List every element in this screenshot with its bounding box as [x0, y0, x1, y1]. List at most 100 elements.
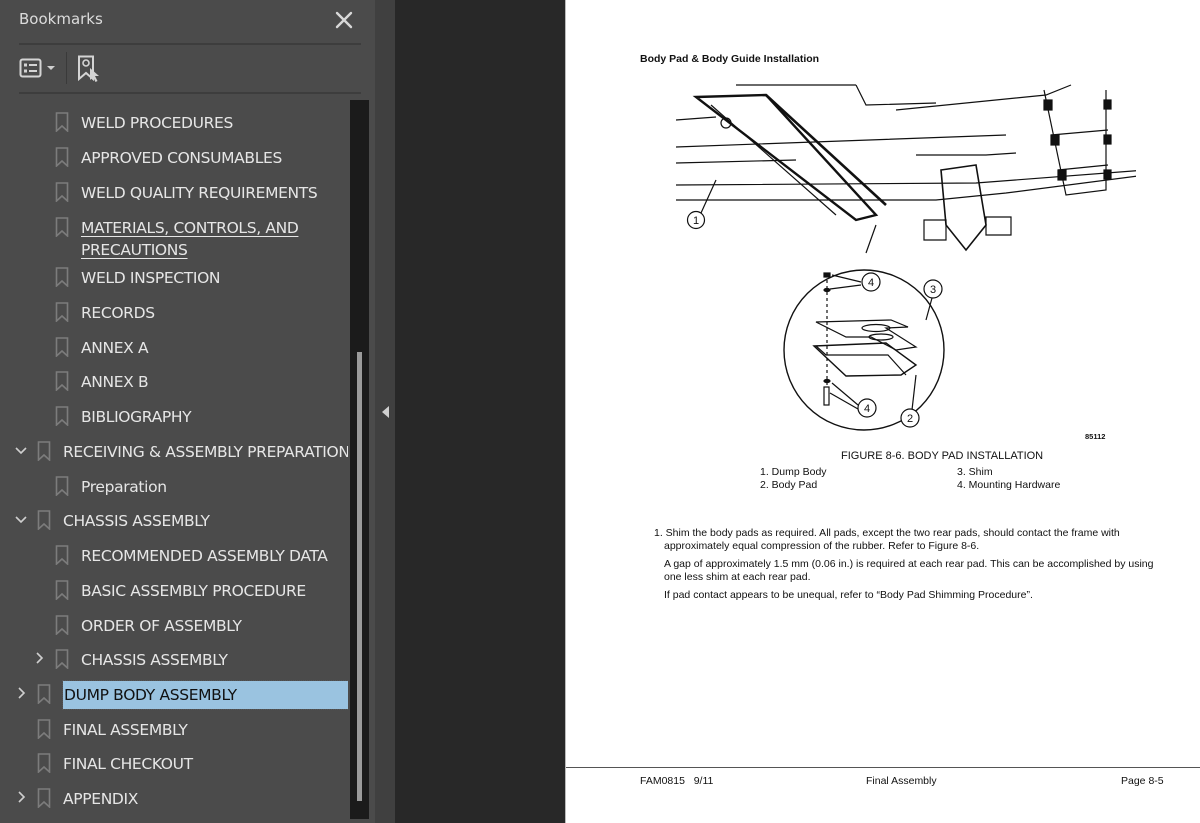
footer-section: Final Assembly [866, 775, 937, 787]
bookmark-item[interactable]: APPROVED CONSUMABLES [0, 142, 348, 172]
callout-4-top: 4 [829, 272, 881, 292]
bookmark-label: BIBLIOGRAPHY [81, 408, 192, 426]
bookmark-item[interactable]: RECORDS [0, 297, 348, 327]
bookmark-item[interactable]: WELD PROCEDURES [0, 107, 348, 137]
bookmark-label: APPROVED CONSUMABLES [81, 149, 282, 167]
header-divider [19, 43, 361, 45]
toolbar-divider-bottom [19, 92, 361, 94]
bookmark-icon [55, 112, 69, 132]
svg-text:3: 3 [930, 284, 936, 296]
bookmark-item[interactable]: RECOMMENDED ASSEMBLY DATA [0, 540, 348, 570]
bookmark-label: CHASSIS ASSEMBLY [63, 512, 210, 530]
bookmark-scrollbar-thumb[interactable] [357, 352, 362, 801]
legend-item: 2. Body Pad [760, 479, 818, 491]
legend-item: 1. Dump Body [760, 466, 827, 478]
bookmark-label: RECORDS [81, 304, 155, 322]
bookmark-item[interactable]: DUMP BODY ASSEMBLY [0, 679, 348, 710]
find-current-bookmark-icon [78, 55, 99, 82]
callout-2: 2 [900, 374, 920, 428]
bookmark-icon [37, 753, 51, 773]
bookmark-label: CHASSIS ASSEMBLY [81, 651, 228, 669]
bookmark-icon [55, 406, 69, 426]
toolbar-divider [66, 52, 67, 84]
bookmark-label: RECEIVING & ASSEMBLY PREPARATION [63, 443, 348, 461]
chevron-right-icon[interactable] [14, 686, 28, 700]
frame-drawing [676, 84, 1136, 254]
bookmark-label: Preparation [81, 478, 167, 496]
svg-text:1: 1 [693, 215, 699, 227]
bookmark-item[interactable]: Preparation [0, 471, 348, 501]
triangle-left-icon [382, 406, 389, 418]
bookmark-icon [55, 337, 69, 357]
bookmark-icon [55, 476, 69, 496]
bookmark-item[interactable]: RECEIVING & ASSEMBLY PREPARATION [0, 436, 348, 466]
bookmark-item[interactable]: FINAL ASSEMBLY [0, 714, 348, 744]
find-current-bookmark-button[interactable] [77, 55, 103, 83]
bookmark-icon [37, 510, 51, 530]
callout-4-bottom: 4 [829, 382, 877, 418]
pdf-page: Body Pad & Body Guide Installation 1 4 3… [565, 0, 1200, 823]
footer-divider [566, 767, 1200, 768]
bookmark-icon [55, 615, 69, 635]
bookmark-label: APPENDIX [63, 790, 139, 808]
bookmark-icon [55, 545, 69, 565]
section-heading: Body Pad & Body Guide Installation [640, 53, 820, 65]
bookmark-icon [37, 719, 51, 739]
chevron-right-icon[interactable] [14, 790, 28, 804]
bookmark-icon [55, 649, 69, 669]
bookmark-item[interactable]: BIBLIOGRAPHY [0, 401, 348, 431]
panel-title: Bookmarks [19, 10, 103, 28]
svg-text:2: 2 [907, 413, 913, 425]
footer-page-number: Page 8-5 [1121, 775, 1164, 787]
bookmark-item[interactable]: ANNEX B [0, 366, 348, 396]
bookmark-icon [55, 371, 69, 391]
bookmark-item[interactable]: WELD QUALITY REQUIREMENTS [0, 177, 348, 207]
bookmark-icon [55, 580, 69, 600]
footer-doc-id: FAM0815 9/11 [640, 775, 714, 787]
chevron-down-icon[interactable] [14, 443, 28, 457]
chevron-down-icon[interactable] [14, 512, 28, 526]
bookmark-item[interactable]: APPENDIX [0, 783, 348, 813]
close-panel-button[interactable] [332, 8, 356, 32]
svg-text:4: 4 [868, 277, 874, 289]
figure-code: 85112 [1085, 432, 1106, 441]
bookmark-label: ANNEX A [81, 339, 149, 357]
bookmark-icon [55, 267, 69, 287]
list-options-icon [19, 58, 55, 78]
close-icon [335, 11, 353, 29]
instruction-steps: 1. Shim the body pads as required. All p… [654, 527, 1169, 608]
bookmark-item[interactable]: ANNEX A [0, 332, 348, 362]
bookmark-icon [55, 217, 69, 237]
bookmark-label: BASIC ASSEMBLY PROCEDURE [81, 582, 306, 600]
bookmarks-panel: Bookmarks WELD PROCEDURES APPROVED CONSUM… [0, 0, 375, 823]
bookmark-item[interactable]: FINAL CHECKOUT [0, 748, 348, 778]
bookmark-label: FINAL ASSEMBLY [63, 721, 188, 739]
bookmark-label: WELD INSPECTION [81, 269, 221, 287]
bookmark-label: ANNEX B [81, 373, 149, 391]
bookmark-item[interactable]: CHASSIS ASSEMBLY [0, 644, 348, 674]
bookmark-label: DUMP BODY ASSEMBLY [62, 680, 348, 710]
step-paragraph: A gap of approximately 1.5 mm (0.06 in.)… [664, 558, 1154, 583]
bookmark-tree: WELD PROCEDURES APPROVED CONSUMABLES WELD … [0, 104, 348, 823]
bookmark-label: MATERIALS, CONTROLS, AND PRECAUTIONS [81, 219, 299, 259]
body-pad-installation-figure: 1 4 3 4 2 [676, 84, 1136, 431]
bookmark-icon [55, 182, 69, 202]
svg-text:4: 4 [864, 403, 870, 415]
bookmark-icon [37, 788, 51, 808]
step-paragraph: 1. Shim the body pads as required. All p… [654, 527, 1120, 552]
bookmark-options-button[interactable] [19, 57, 59, 81]
callout-1: 1 [686, 179, 717, 230]
bookmark-label: ORDER OF ASSEMBLY [81, 617, 242, 635]
bookmark-item[interactable]: MATERIALS, CONTROLS, AND PRECAUTIONS [0, 212, 348, 259]
bookmark-item[interactable]: CHASSIS ASSEMBLY [0, 505, 348, 535]
bookmark-icon [55, 147, 69, 167]
bookmark-item[interactable]: ORDER OF ASSEMBLY [0, 610, 348, 640]
legend-item: 4. Mounting Hardware [957, 479, 1061, 491]
bookmark-item[interactable]: BASIC ASSEMBLY PROCEDURE [0, 575, 348, 605]
bookmark-item[interactable]: WELD INSPECTION [0, 262, 348, 292]
bookmark-label: RECOMMENDED ASSEMBLY DATA [81, 547, 328, 565]
bookmark-label: WELD PROCEDURES [81, 114, 233, 132]
chevron-right-icon[interactable] [32, 651, 46, 665]
bookmark-icon [55, 302, 69, 322]
collapse-panel-button[interactable] [381, 404, 390, 418]
